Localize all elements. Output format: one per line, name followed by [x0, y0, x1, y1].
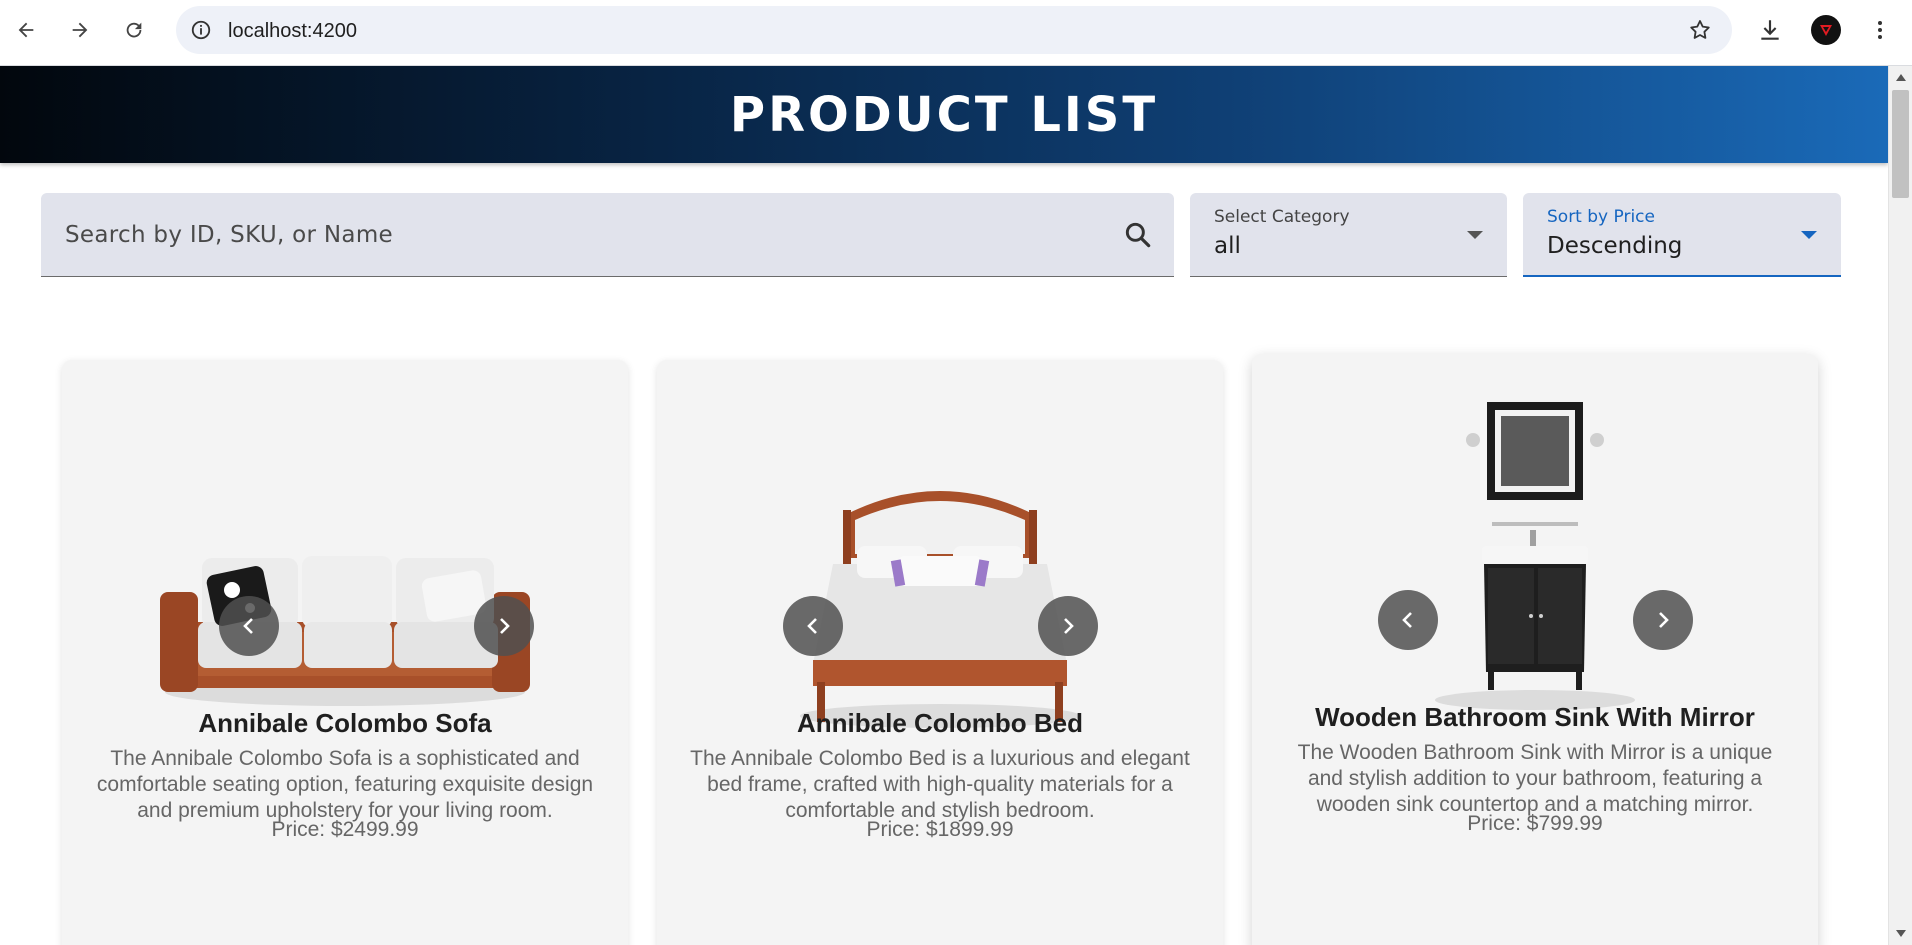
- chevron-right-icon: [1064, 618, 1074, 634]
- search-field[interactable]: Search by ID, SKU, or Name: [41, 193, 1174, 277]
- bathroom-sink-image: [1435, 402, 1635, 710]
- product-price: Price: $799.99: [1467, 812, 1603, 835]
- bed-image: [800, 491, 1080, 728]
- scroll-down-icon[interactable]: [1896, 930, 1906, 937]
- carousel-prev-button[interactable]: [783, 596, 843, 656]
- chevron-left-icon: [1402, 612, 1412, 628]
- chevron-left-icon: [807, 618, 817, 634]
- chevron-down-icon[interactable]: [1467, 231, 1483, 239]
- forward-button[interactable]: [62, 12, 98, 48]
- arrow-left-icon: [18, 22, 34, 38]
- url-text[interactable]: localhost:4200: [228, 20, 357, 43]
- product-price: Price: $2499.99: [271, 818, 419, 841]
- search-icon[interactable]: [1122, 219, 1154, 251]
- scroll-up-icon[interactable]: [1896, 74, 1906, 81]
- product-description: The Annibale Colombo Sofa is a sophistic…: [96, 747, 594, 822]
- product-description: The Wooden Bathroom Sink with Mirror is …: [1297, 741, 1773, 816]
- header-banner: PRODUCT LIST: [0, 66, 1888, 163]
- download-icon: [1761, 20, 1779, 40]
- product-card[interactable]: Annibale Colombo Bed The Annibale Colomb…: [657, 360, 1223, 945]
- product-card[interactable]: Wooden Bathroom Sink With Mirror The Woo…: [1252, 354, 1818, 945]
- sort-label: Sort by Price: [1547, 207, 1655, 227]
- page-scrollbar[interactable]: [1888, 66, 1912, 945]
- star-icon[interactable]: [1688, 18, 1712, 42]
- product-title[interactable]: Annibale Colombo Bed: [657, 708, 1223, 739]
- search-input[interactable]: Search by ID, SKU, or Name: [65, 222, 393, 248]
- product-card[interactable]: Annibale Colombo Sofa The Annibale Colom…: [62, 360, 628, 945]
- product-image-carousel: [657, 360, 1223, 730]
- carousel-next-button[interactable]: [1038, 596, 1098, 656]
- product-title[interactable]: Wooden Bathroom Sink With Mirror: [1252, 702, 1818, 733]
- chrome-menu-button[interactable]: [1862, 12, 1898, 48]
- info-icon[interactable]: [190, 19, 212, 41]
- category-label: Select Category: [1214, 207, 1350, 227]
- chevron-down-icon[interactable]: [1801, 231, 1817, 239]
- sofa-image: [160, 556, 530, 706]
- page-title: PRODUCT LIST: [729, 86, 1159, 143]
- scrollbar-thumb[interactable]: [1892, 90, 1909, 198]
- carousel-next-button[interactable]: [474, 596, 534, 656]
- carousel-prev-button[interactable]: [219, 596, 279, 656]
- page-content: PRODUCT LIST Search by ID, SKU, or Name …: [0, 66, 1888, 945]
- reload-button[interactable]: [116, 12, 152, 48]
- chevron-right-icon: [500, 618, 510, 634]
- browser-toolbar: localhost:4200: [0, 0, 1912, 66]
- sort-value[interactable]: Descending: [1547, 233, 1682, 259]
- chevron-right-icon: [1659, 612, 1669, 628]
- download-button[interactable]: [1752, 12, 1788, 48]
- more-vert-icon: [1878, 21, 1882, 39]
- profile-button[interactable]: [1808, 12, 1844, 48]
- category-value[interactable]: all: [1214, 233, 1241, 259]
- reload-icon: [126, 22, 142, 38]
- back-button[interactable]: [8, 12, 44, 48]
- product-description: The Annibale Colombo Bed is a luxurious …: [690, 747, 1190, 822]
- profile-avatar-icon: [1811, 15, 1841, 45]
- product-title[interactable]: Annibale Colombo Sofa: [62, 708, 628, 739]
- arrow-right-icon: [72, 22, 88, 38]
- category-select[interactable]: Select Category all: [1190, 193, 1507, 277]
- product-image-carousel: [62, 360, 628, 730]
- carousel-prev-button[interactable]: [1378, 590, 1438, 650]
- product-price: Price: $1899.99: [866, 818, 1014, 841]
- chevron-left-icon: [243, 618, 253, 634]
- address-bar[interactable]: localhost:4200: [176, 6, 1732, 54]
- product-image-carousel: [1252, 354, 1818, 724]
- sort-select[interactable]: Sort by Price Descending: [1523, 193, 1841, 277]
- carousel-next-button[interactable]: [1633, 590, 1693, 650]
